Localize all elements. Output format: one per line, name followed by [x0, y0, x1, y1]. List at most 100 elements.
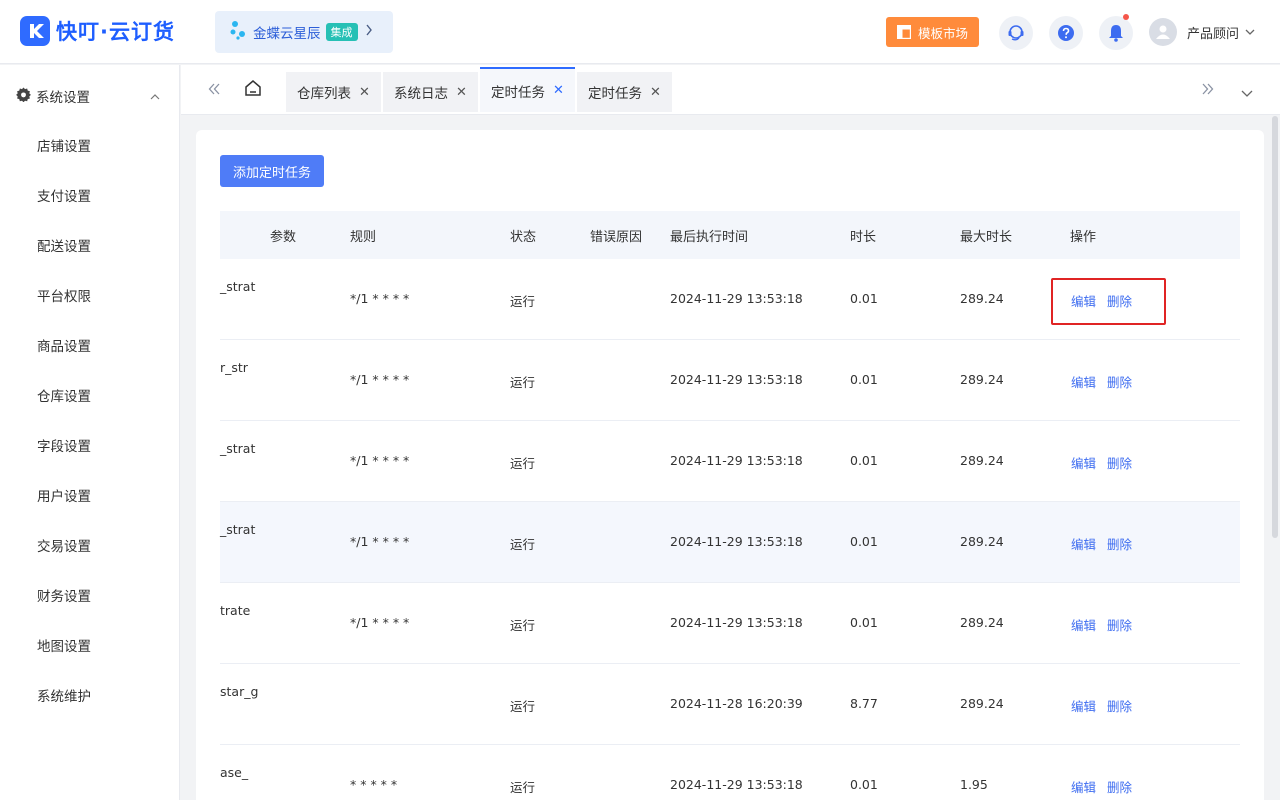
- cell-rule: */1 * * * *: [350, 615, 410, 630]
- chevron-down-icon[interactable]: [1241, 84, 1253, 102]
- template-market-label: 模板市场: [917, 25, 968, 41]
- tab-scheduled-tasks-active[interactable]: 定时任务 ✕: [480, 67, 575, 112]
- sidebar-item-product-settings[interactable]: 商品设置: [37, 335, 91, 355]
- column-header-actions: 操作: [1070, 230, 1097, 245]
- cell-param: star_g: [220, 684, 259, 699]
- cell-duration: 0.01: [850, 615, 878, 630]
- customer-service-button[interactable]: [999, 16, 1033, 50]
- integration-badge: 集成: [325, 23, 358, 41]
- scrollbar[interactable]: [1272, 116, 1278, 538]
- sidebar-item-payment-settings[interactable]: 支付设置: [37, 185, 91, 205]
- home-icon[interactable]: [244, 79, 262, 101]
- tab-label: 系统日志: [394, 86, 448, 102]
- cell-duration: 8.77: [850, 696, 878, 711]
- cell-rule: */1 * * * *: [350, 291, 410, 306]
- table-row: r_str */1 * * * * 运行 2024-11-29 13:53:18…: [220, 340, 1240, 421]
- delete-link[interactable]: 删除: [1107, 534, 1132, 553]
- cell-last-run: 2024-11-29 13:53:18: [670, 453, 803, 468]
- sidebar-item-finance-settings[interactable]: 财务设置: [37, 585, 91, 605]
- app-name: 快叮·云订货: [56, 20, 175, 44]
- notification-dot: [1123, 14, 1129, 20]
- tabs-bar: 仓库列表 ✕ 系统日志 ✕ 定时任务 ✕ 定时任务 ✕: [181, 65, 1280, 115]
- cell-max-duration: 289.24: [960, 696, 1004, 711]
- double-left-icon[interactable]: [208, 81, 220, 99]
- cell-duration: 0.01: [850, 534, 878, 549]
- help-icon: [1058, 25, 1074, 41]
- cell-status: 运行: [510, 294, 536, 309]
- bell-icon: [1109, 25, 1123, 42]
- cell-param: _strat: [220, 522, 256, 537]
- sidebar-item-field-settings[interactable]: 字段设置: [37, 435, 91, 455]
- delete-link[interactable]: 删除: [1107, 372, 1132, 391]
- cell-last-run: 2024-11-29 13:53:18: [670, 615, 803, 630]
- sidebar-item-delivery-settings[interactable]: 配送设置: [37, 235, 91, 255]
- integration-switcher[interactable]: 金蝶云星辰 集成: [215, 11, 393, 53]
- template-market-button[interactable]: 模板市场: [886, 17, 979, 47]
- table-row: star_g 运行 2024-11-28 16:20:39 8.77 289.2…: [220, 664, 1240, 745]
- cell-last-run: 2024-11-28 16:20:39: [670, 696, 803, 711]
- cell-param: ase_: [220, 765, 249, 780]
- cell-duration: 0.01: [850, 777, 878, 792]
- sidebar: 系统设置 店铺设置 支付设置 配送设置 平台权限 商品设置 仓库设置 字段设置 …: [0, 65, 180, 800]
- edit-link[interactable]: 编辑: [1071, 534, 1096, 553]
- logo-icon: [20, 16, 50, 46]
- cell-rule: */1 * * * *: [350, 372, 410, 387]
- template-icon: [896, 25, 911, 39]
- delete-link[interactable]: 删除: [1107, 696, 1132, 715]
- add-scheduled-task-button[interactable]: 添加定时任务: [220, 155, 324, 187]
- table-row: _strat */1 * * * * 运行 2024-11-29 13:53:1…: [220, 502, 1240, 583]
- column-header-param: 参数: [270, 230, 297, 245]
- delete-link[interactable]: 删除: [1107, 453, 1132, 472]
- sidebar-item-store-settings[interactable]: 店铺设置: [37, 135, 91, 155]
- sidebar-item-user-settings[interactable]: 用户设置: [37, 485, 91, 505]
- user-name: 产品顾问: [1187, 26, 1240, 42]
- sidebar-item-platform-permissions[interactable]: 平台权限: [37, 285, 91, 305]
- sidebar-item-warehouse-settings[interactable]: 仓库设置: [37, 385, 91, 405]
- tab-warehouse-list[interactable]: 仓库列表 ✕: [286, 72, 381, 112]
- main-content: 添加定时任务 参数 规则 状态 错误原因 最后执行时间 时长 最大时长 操作 _…: [196, 130, 1264, 800]
- delete-link[interactable]: 删除: [1107, 777, 1132, 796]
- cell-max-duration: 289.24: [960, 534, 1004, 549]
- edit-link[interactable]: 编辑: [1071, 453, 1096, 472]
- user-menu[interactable]: 产品顾问: [1149, 18, 1255, 46]
- edit-link[interactable]: 编辑: [1071, 777, 1096, 796]
- column-header-last-run: 最后执行时间: [670, 230, 749, 245]
- edit-link[interactable]: 编辑: [1071, 372, 1096, 391]
- cell-param: _strat: [220, 279, 256, 294]
- edit-link[interactable]: 编辑: [1071, 696, 1096, 715]
- column-header-duration: 时长: [850, 230, 877, 245]
- delete-link[interactable]: 删除: [1107, 615, 1132, 634]
- app-logo[interactable]: 快叮·云订货: [20, 16, 175, 46]
- sidebar-item-map-settings[interactable]: 地图设置: [37, 635, 91, 655]
- column-header-max-duration: 最大时长: [960, 230, 1013, 245]
- close-icon[interactable]: ✕: [553, 83, 564, 98]
- close-icon[interactable]: ✕: [359, 85, 370, 100]
- tab-scheduled-tasks[interactable]: 定时任务 ✕: [577, 72, 672, 112]
- close-icon[interactable]: ✕: [456, 85, 467, 100]
- sidebar-group-system-settings[interactable]: 系统设置: [16, 85, 166, 107]
- column-header-status: 状态: [510, 230, 537, 245]
- close-icon[interactable]: ✕: [650, 85, 661, 100]
- cell-duration: 0.01: [850, 453, 878, 468]
- cell-status: 运行: [510, 456, 536, 471]
- chevron-down-icon: [1245, 25, 1255, 40]
- user-avatar-icon: [1149, 18, 1177, 46]
- edit-link[interactable]: 编辑: [1071, 615, 1096, 634]
- help-button[interactable]: [1049, 16, 1083, 50]
- cell-max-duration: 289.24: [960, 453, 1004, 468]
- service-icon: [1008, 25, 1024, 41]
- gear-icon: [16, 86, 31, 106]
- table-row: _strat */1 * * * * 运行 2024-11-29 13:53:1…: [220, 421, 1240, 502]
- cell-status: 运行: [510, 375, 536, 390]
- tab-label: 定时任务: [491, 84, 545, 101]
- notification-button[interactable]: [1099, 14, 1133, 50]
- sidebar-item-trade-settings[interactable]: 交易设置: [37, 535, 91, 555]
- sidebar-item-system-maintenance[interactable]: 系统维护: [37, 685, 91, 705]
- double-right-icon[interactable]: [1202, 81, 1214, 99]
- cell-status: 运行: [510, 699, 536, 714]
- tab-system-log[interactable]: 系统日志 ✕: [383, 72, 478, 112]
- column-header-rule: 规则: [350, 230, 377, 245]
- cell-max-duration: 289.24: [960, 372, 1004, 387]
- cell-max-duration: 289.24: [960, 615, 1004, 630]
- integration-icon: [229, 20, 247, 44]
